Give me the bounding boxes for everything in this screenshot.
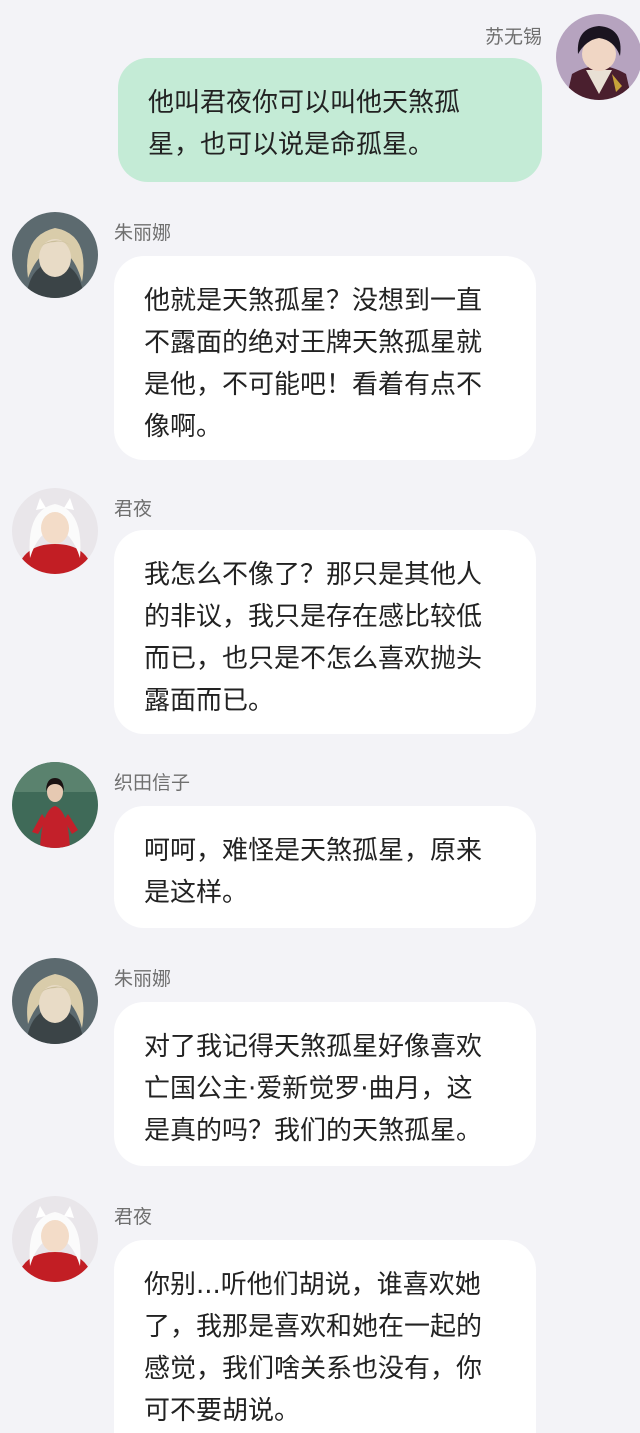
inuyasha-avatar-icon[interactable] bbox=[12, 1196, 98, 1282]
message-text: 他就是天煞孤星？没想到一直 不露面的绝对王牌天煞孤星就 是他，不可能吧！看着有点… bbox=[144, 286, 483, 442]
inuyasha-avatar-icon[interactable] bbox=[12, 488, 98, 574]
sender-name: 织田信子 bbox=[114, 772, 191, 794]
sender-name: 君夜 bbox=[114, 498, 153, 520]
lelouch-avatar-icon[interactable] bbox=[556, 14, 640, 100]
message-text: 他叫君夜你可以叫他天煞孤 星，也可以说是命孤星。 bbox=[148, 88, 461, 160]
blonde-woman-avatar-icon[interactable] bbox=[12, 212, 98, 298]
red-dress-woman-avatar-icon[interactable] bbox=[12, 762, 98, 848]
sender-name: 朱丽娜 bbox=[114, 968, 172, 990]
sender-name: 君夜 bbox=[114, 1206, 153, 1228]
sender-name: 苏无锡 bbox=[484, 26, 542, 48]
message-text: 呵呵，难怪是天煞孤星，原来 是这样。 bbox=[144, 836, 483, 908]
chat-bubble-incoming[interactable]: 对了我记得天煞孤星好像喜欢 亡国公主·爱新觉罗·曲月，这 是真的吗？我们的天煞孤… bbox=[114, 1002, 536, 1166]
chat-bubble-incoming[interactable]: 我怎么不像了？那只是其他人 的非议，我只是存在感比较低 而已，也只是不怎么喜欢抛… bbox=[114, 530, 536, 734]
blonde-woman-avatar-icon[interactable] bbox=[12, 958, 98, 1044]
sender-name: 朱丽娜 bbox=[114, 222, 172, 244]
chat-bubble-incoming[interactable]: 你别...听他们胡说，谁喜欢她 了，我那是喜欢和她在一起的 感觉，我们啥关系也没… bbox=[114, 1240, 536, 1433]
message-text: 你别...听他们胡说，谁喜欢她 了，我那是喜欢和她在一起的 感觉，我们啥关系也没… bbox=[144, 1270, 483, 1426]
message-text: 我怎么不像了？那只是其他人 的非议，我只是存在感比较低 而已，也只是不怎么喜欢抛… bbox=[144, 560, 483, 716]
chat-bubble-outgoing[interactable]: 他叫君夜你可以叫他天煞孤 星，也可以说是命孤星。 bbox=[118, 58, 542, 182]
chat-bubble-incoming[interactable]: 他就是天煞孤星？没想到一直 不露面的绝对王牌天煞孤星就 是他，不可能吧！看着有点… bbox=[114, 256, 536, 460]
chat-bubble-incoming[interactable]: 呵呵，难怪是天煞孤星，原来 是这样。 bbox=[114, 806, 536, 928]
message-text: 对了我记得天煞孤星好像喜欢 亡国公主·爱新觉罗·曲月，这 是真的吗？我们的天煞孤… bbox=[144, 1032, 483, 1146]
